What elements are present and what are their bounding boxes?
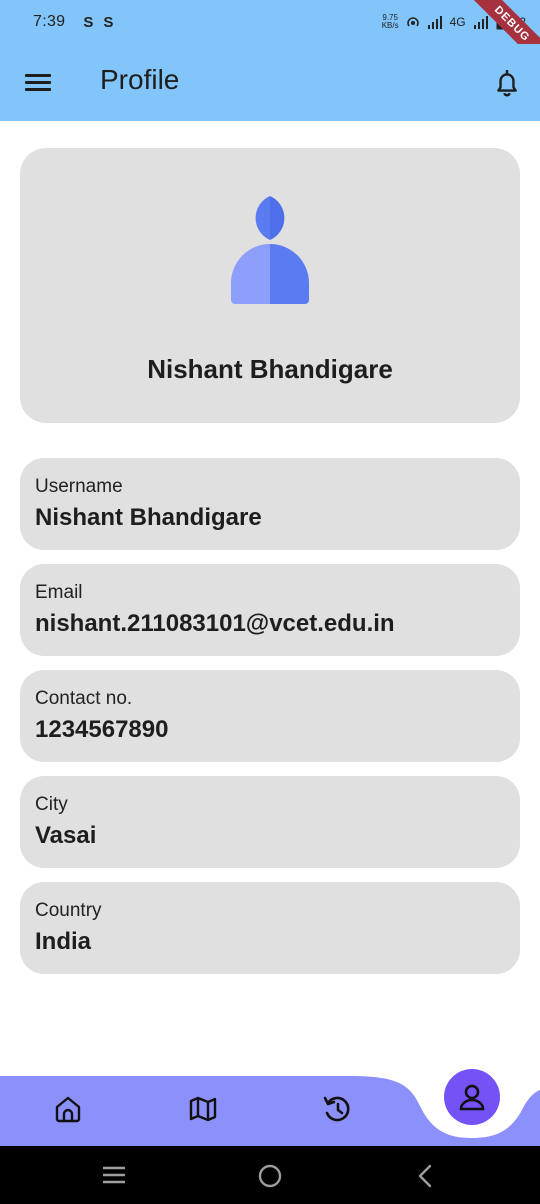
bell-icon[interactable]: [494, 69, 520, 97]
country-value: India: [35, 928, 92, 955]
map-icon[interactable]: [188, 1094, 218, 1124]
city-label: City: [35, 794, 68, 815]
app-notification-icon: S: [103, 13, 114, 31]
signal-icon: [427, 16, 442, 29]
contact-label: Contact no.: [35, 688, 133, 709]
net-speed-unit: KB/s: [381, 21, 399, 30]
net-speed: 9.75 KB/s: [382, 14, 399, 30]
signal-icon-2: [473, 16, 488, 29]
recents-icon[interactable]: [101, 1164, 127, 1186]
page-title: Profile: [100, 64, 180, 95]
contact-card: Contact no. 1234567890: [20, 670, 520, 762]
avatar-icon: [231, 196, 309, 304]
user-icon: [459, 1084, 485, 1111]
username-label: Username: [35, 476, 123, 497]
hotspot-icon: [406, 17, 419, 27]
network-type: 4G: [449, 15, 466, 29]
system-navigation-bar: [0, 1146, 540, 1204]
home-icon[interactable]: [53, 1094, 83, 1124]
status-notification-icons: S S: [83, 14, 113, 31]
country-label: Country: [35, 900, 102, 921]
status-bar: 7:39 S S 9.75 KB/s 4G 72 DEBUG: [0, 0, 540, 67]
app-bar: Profile: [0, 44, 540, 121]
country-card: Country India: [20, 882, 520, 974]
menu-icon[interactable]: [25, 74, 51, 92]
email-label: Email: [35, 582, 83, 603]
username-value: Nishant Bhandigare: [35, 504, 262, 531]
status-time: 7:39: [33, 13, 66, 30]
contact-value: 1234567890: [35, 716, 169, 743]
profile-nav-button[interactable]: [444, 1069, 500, 1125]
home-circle-icon[interactable]: [258, 1164, 282, 1188]
back-icon[interactable]: [416, 1164, 434, 1188]
city-card: City Vasai: [20, 776, 520, 868]
city-value: Vasai: [35, 822, 97, 849]
profile-name: Nishant Bhandigare: [147, 354, 393, 384]
email-card: Email nishant.211083101@vcet.edu.in: [20, 564, 520, 656]
app-notification-icon: S: [83, 13, 94, 31]
history-icon[interactable]: [322, 1094, 352, 1124]
profile-card: Nishant Bhandigare: [20, 148, 520, 423]
username-card: Username Nishant Bhandigare: [20, 458, 520, 550]
email-value: nishant.211083101@vcet.edu.in: [35, 610, 395, 637]
